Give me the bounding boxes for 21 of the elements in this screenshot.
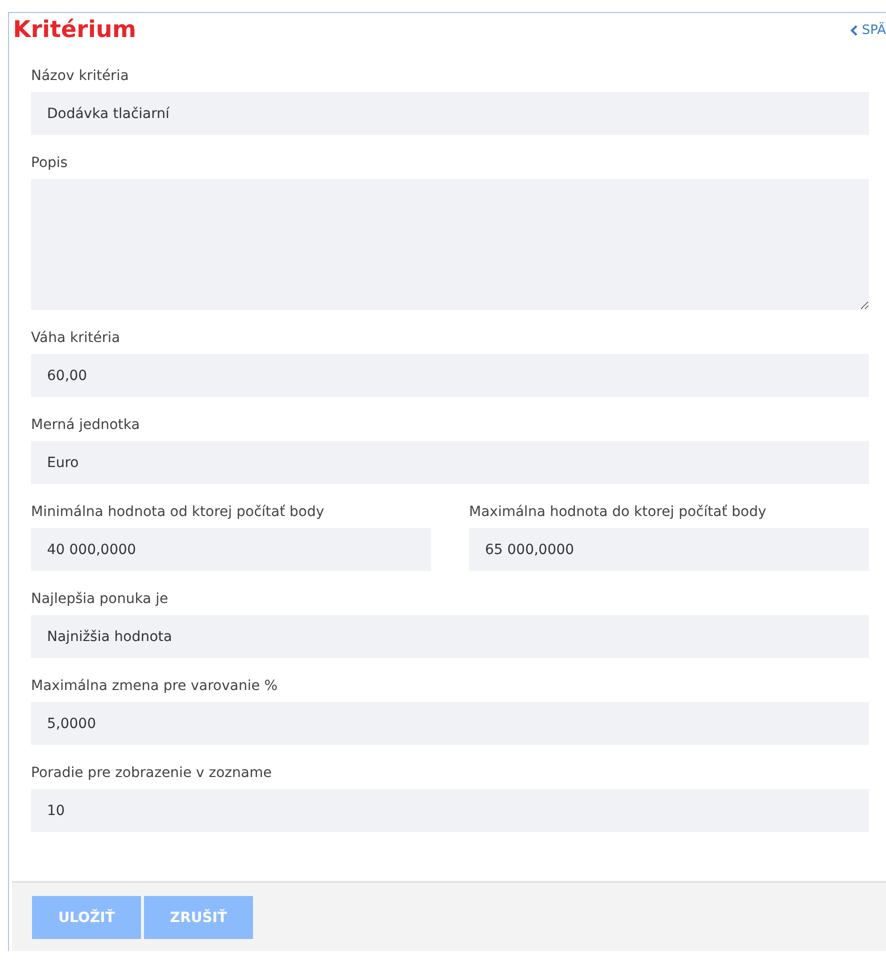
page-title: Kritérium bbox=[13, 17, 136, 43]
input-field[interactable]: Euro bbox=[31, 441, 869, 484]
input-field[interactable]: 40 000,0000 bbox=[31, 528, 431, 571]
input-field[interactable]: 10 bbox=[31, 789, 869, 832]
description-field[interactable] bbox=[31, 179, 869, 310]
chevron-left-icon bbox=[850, 24, 858, 36]
field-label: Najlepšia ponuka je bbox=[31, 590, 170, 608]
field-label: Merná jednotka bbox=[31, 416, 141, 434]
field-label: Poradie pre zobrazenie v zozname bbox=[31, 764, 273, 782]
field-label: Maximálna zmena pre varovanie % bbox=[31, 677, 279, 695]
field-label: Váha kritéria bbox=[31, 329, 122, 347]
back-link[interactable]: SPÄ bbox=[850, 22, 886, 38]
input-field[interactable]: Dodávka tlačiarní bbox=[31, 92, 869, 135]
field-label: Maximálna hodnota do ktorej počítať body bbox=[469, 503, 768, 521]
input-field[interactable]: 60,00 bbox=[31, 354, 869, 397]
field-label: Minimálna hodnota od ktorej počítať body bbox=[31, 503, 326, 521]
input-field[interactable]: 65 000,0000 bbox=[469, 528, 869, 571]
input-field[interactable]: Najnižšia hodnota bbox=[31, 615, 869, 658]
input-field[interactable]: 5,0000 bbox=[31, 702, 869, 745]
field-label: Názov kritéria bbox=[31, 67, 130, 85]
field-label: Popis bbox=[31, 154, 69, 172]
